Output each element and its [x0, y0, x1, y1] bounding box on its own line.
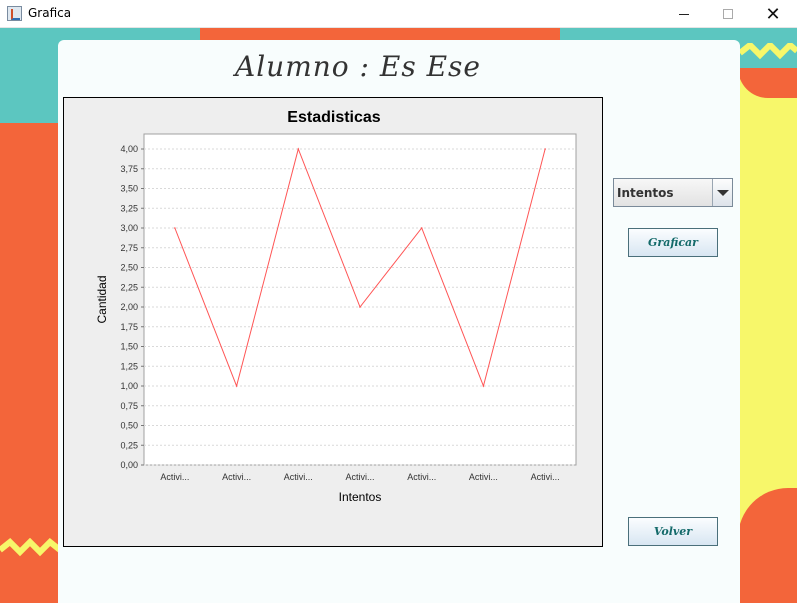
y-tick-label: 2,50: [120, 263, 138, 273]
data-point: [420, 227, 423, 229]
minimize-button[interactable]: [661, 0, 707, 28]
x-tick-label: Activi...: [469, 472, 498, 482]
chart-frame: Estadisticas 0,00 0,25 0,50 0,75 1,00 1,25 1,5…: [63, 97, 603, 547]
maximize-icon: [723, 9, 733, 19]
plot-area: [143, 133, 577, 466]
x-tick-label: Activi...: [345, 472, 374, 482]
student-title: Alumno : Es Ese: [235, 50, 481, 83]
y-tick-label: 2,00: [120, 302, 138, 312]
x-tick-label: Activi...: [531, 472, 560, 482]
x-tick-label: Activi...: [222, 472, 251, 482]
y-tick-label: 1,75: [120, 322, 138, 332]
y-tick-label: 1,25: [120, 361, 138, 371]
y-tick-label: 0,75: [120, 401, 138, 411]
data-point: [174, 227, 176, 229]
y-tick-label: 2,75: [120, 243, 138, 253]
y-tick-label: 0,50: [120, 421, 138, 431]
zigzag-decoration-left: [0, 538, 60, 557]
zigzag-decoration-right: [740, 43, 797, 60]
minimize-icon: [679, 13, 689, 15]
x-tick-label: Activi...: [160, 472, 189, 482]
y-tick-label: 3,25: [120, 203, 138, 213]
bg-shape-yellow: [738, 68, 797, 538]
chart-type-dropdown[interactable]: Intentos: [613, 178, 733, 207]
x-tick-label: Activi...: [284, 472, 313, 482]
dropdown-selected-value: Intentos: [617, 186, 674, 200]
volver-button[interactable]: Volver: [628, 517, 718, 546]
data-point: [359, 306, 361, 308]
line-chart: Estadisticas 0,00 0,25 0,50 0,75 1,00 1,25 1,5…: [95, 109, 577, 504]
x-axis-ticks: Activi... Activi... Activi... Activi... Acti…: [160, 472, 559, 482]
y-tick-label: 0,00: [120, 460, 138, 470]
java-app-icon: [7, 6, 22, 21]
data-point: [235, 385, 238, 387]
data-point: [297, 148, 300, 150]
y-axis-label: Cantidad: [95, 275, 109, 323]
y-tick-label: 3,00: [120, 223, 138, 233]
window-titlebar: Grafica ✕: [0, 0, 797, 28]
x-tick-label: Activi...: [407, 472, 436, 482]
chevron-down-icon[interactable]: [712, 179, 732, 206]
y-tick-label: 2,25: [120, 282, 138, 292]
y-tick-label: 1,50: [120, 342, 138, 352]
y-tick-label: 0,25: [120, 440, 138, 450]
x-axis-label: Intentos: [339, 490, 382, 504]
chart-title: Estadisticas: [287, 109, 380, 126]
window-title: Grafica: [28, 6, 72, 20]
y-tick-label: 1,00: [120, 381, 138, 391]
close-button[interactable]: ✕: [750, 0, 796, 28]
data-point: [482, 385, 485, 387]
y-tick-label: 3,75: [120, 164, 138, 174]
data-point: [544, 148, 546, 150]
graficar-button[interactable]: Graficar: [628, 228, 718, 257]
y-tick-label: 3,50: [120, 184, 138, 194]
maximize-button[interactable]: [705, 0, 751, 28]
y-axis-ticks: 0,00 0,25 0,50 0,75 1,00 1,25 1,50 1,75 2,00 2,25…: [120, 144, 144, 470]
y-tick-label: 4,00: [120, 144, 138, 154]
